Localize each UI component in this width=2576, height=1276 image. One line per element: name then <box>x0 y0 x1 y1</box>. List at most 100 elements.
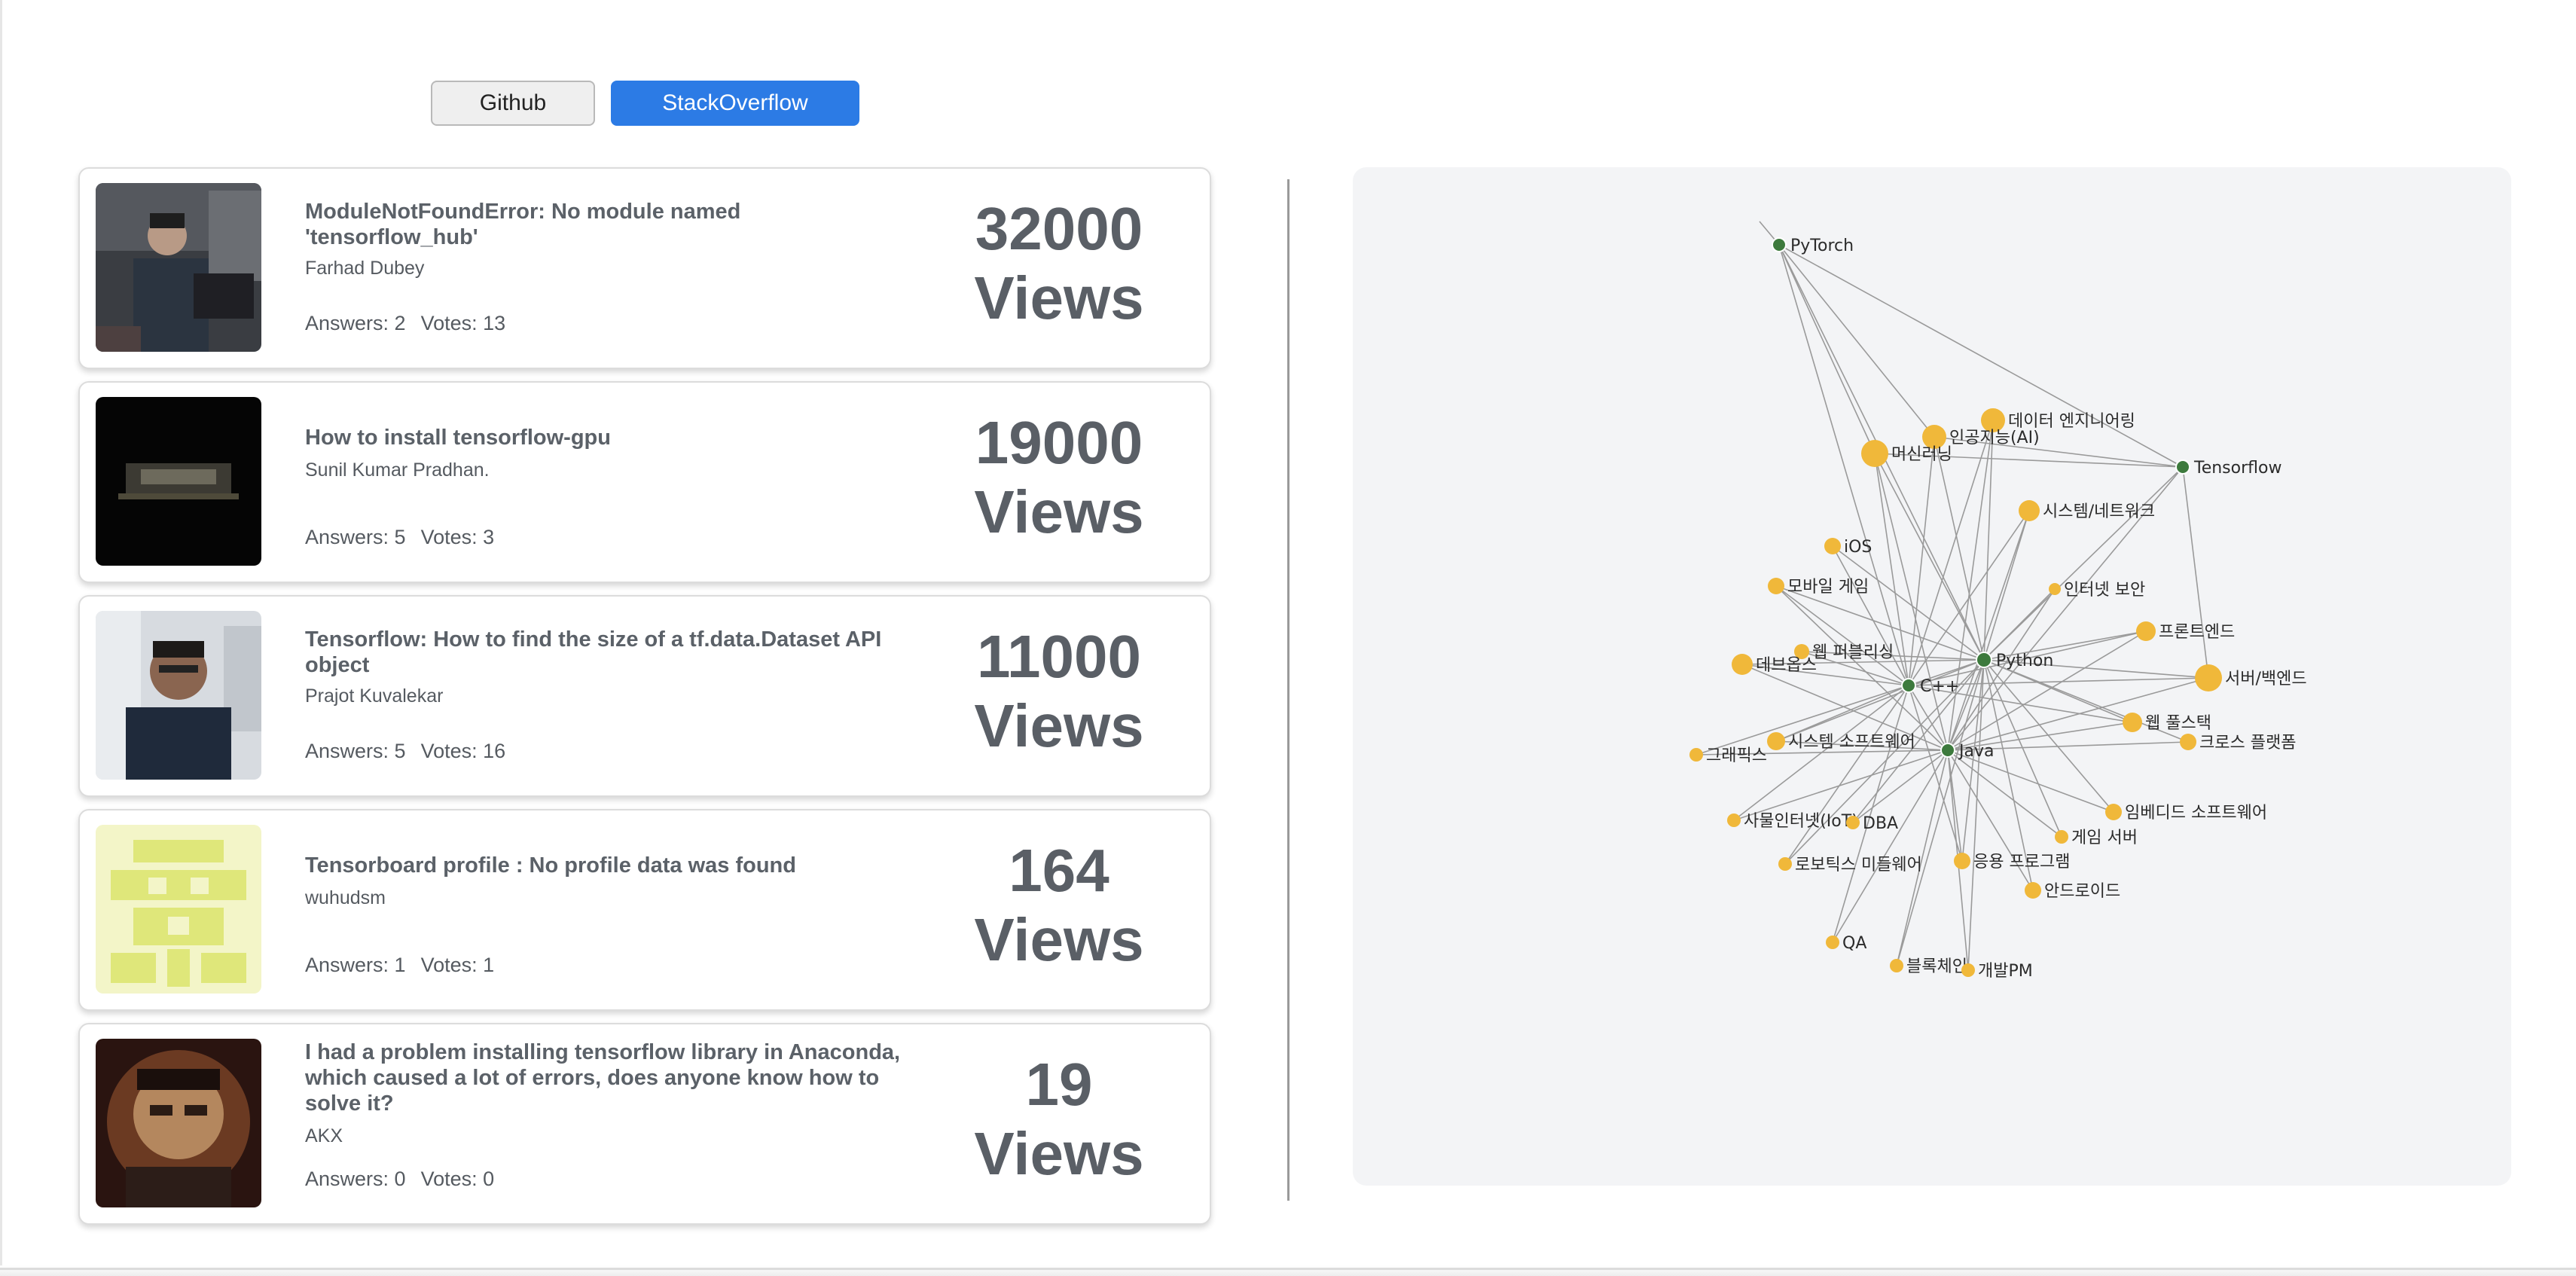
tech-network-graph[interactable]: 데이터 엔지니어링 인공지능(AI) 머신러닝 시스템/네트워크 iOS 모바일 게임 인터… <box>1353 167 2511 1186</box>
question-title[interactable]: ModuleNotFoundError: No module named 'te… <box>305 199 908 250</box>
network-graph-canvas[interactable]: 데이터 엔지니어링인공지능(AI)머신러닝시스템/네트워크iOS모바일 게임 인터… <box>1353 167 2511 1186</box>
field-node[interactable] <box>1824 538 1841 554</box>
tech-node-label: C++ <box>1920 677 1959 696</box>
question-card[interactable]: ModuleNotFoundError: No module named 'te… <box>78 167 1211 369</box>
user-avatar <box>96 183 261 352</box>
question-stats: Answers: 5 Votes: 16 <box>305 740 505 763</box>
stackoverflow-tab-button[interactable]: StackOverflow <box>611 81 859 126</box>
field-node-label: QA <box>1842 934 1866 953</box>
field-node-label: 웹 풀스택 <box>2145 714 2211 733</box>
answers-count: Answers: 1 <box>305 954 406 976</box>
field-node[interactable] <box>2195 664 2222 691</box>
question-stats: Answers: 2 Votes: 13 <box>305 312 505 335</box>
field-node-label: 서버/백엔드 <box>2225 670 2307 688</box>
field-node[interactable] <box>2019 500 2040 521</box>
question-author: Prajot Kuvalekar <box>305 685 444 707</box>
tech-node-label: Java <box>1958 742 1994 761</box>
graph-edge <box>1947 749 1963 862</box>
question-author: Farhad Dubey <box>305 258 425 279</box>
field-node-label: 임베디드 소프트웨어 <box>2125 804 2267 823</box>
field-node-label: 시스템/네트워크 <box>2043 502 2155 521</box>
field-node[interactable] <box>1689 748 1703 762</box>
field-node[interactable] <box>1954 853 1970 869</box>
field-node[interactable] <box>1767 732 1785 750</box>
question-author: AKX <box>305 1125 343 1146</box>
question-title[interactable]: Tensorflow: How to find the size of a tf… <box>305 627 908 678</box>
views-label: Views <box>974 478 1144 545</box>
field-node[interactable] <box>1890 959 1903 972</box>
views-number: 164 <box>1009 837 1109 904</box>
graph-edge <box>1874 453 1949 751</box>
question-stats: Answers: 5 Votes: 3 <box>305 526 494 549</box>
field-node[interactable] <box>2136 621 2156 641</box>
answers-count: Answers: 5 <box>305 526 406 548</box>
field-node-label: 웹 퍼블리싱 <box>1812 643 1894 662</box>
views-count: 164 Views <box>946 836 1172 975</box>
views-label: Views <box>974 1120 1144 1187</box>
question-title[interactable]: I had a problem installing tensorflow li… <box>305 1039 908 1116</box>
graph-edge <box>1778 244 1876 454</box>
field-node-label: DBA <box>1863 814 1898 833</box>
field-node-label: 블록체인 <box>1906 957 1967 976</box>
tech-node[interactable] <box>1940 743 1955 758</box>
field-node[interactable] <box>2025 882 2041 899</box>
views-number: 19000 <box>975 409 1143 476</box>
field-node-label: 머신러닝 <box>1891 445 1952 464</box>
graph-edge <box>1908 436 1935 686</box>
user-avatar <box>96 611 261 780</box>
field-node[interactable] <box>1768 578 1784 594</box>
graph-edge <box>2182 466 2209 679</box>
tech-node[interactable] <box>1901 678 1916 693</box>
field-node-label: 시스템 소프트웨어 <box>1788 733 1915 752</box>
tech-node-label: PyTorch <box>1790 237 1854 255</box>
field-node[interactable] <box>2123 713 2142 732</box>
field-node-label: iOS <box>1844 538 1872 557</box>
github-tab-button[interactable]: Github <box>431 81 595 126</box>
question-author: wuhudsm <box>305 887 386 908</box>
views-count: 11000 Views <box>946 622 1172 761</box>
graph-edge <box>1947 749 2062 838</box>
question-stats: Answers: 0 Votes: 0 <box>305 1168 494 1191</box>
question-card[interactable]: I had a problem installing tensorflow li… <box>78 1023 1211 1225</box>
field-node-label: 사물인터넷(IoT) <box>1744 812 1858 831</box>
field-node[interactable] <box>2055 830 2068 844</box>
views-label: Views <box>974 264 1144 331</box>
field-node[interactable] <box>1732 654 1753 675</box>
field-node[interactable] <box>2105 804 2122 820</box>
tech-node[interactable] <box>1976 652 1992 668</box>
field-node-label: 크로스 플랫폼 <box>2199 734 2296 752</box>
user-avatar <box>96 825 261 994</box>
field-node[interactable] <box>1826 936 1839 949</box>
user-avatar <box>96 1039 261 1207</box>
field-node[interactable] <box>1961 963 1975 977</box>
tech-node-label: Python <box>1996 652 2053 670</box>
question-card[interactable]: How to install tensorflow-gpu Sunil Kuma… <box>78 381 1211 583</box>
field-node[interactable] <box>2049 583 2061 595</box>
field-node-label: 그래픽스 <box>1706 746 1767 765</box>
user-avatar <box>96 397 261 566</box>
window-left-border <box>0 0 2 1276</box>
tech-node-label: Tensorflow <box>2193 459 2281 478</box>
question-stats: Answers: 1 Votes: 1 <box>305 954 494 977</box>
tech-node[interactable] <box>1772 237 1787 252</box>
question-title[interactable]: How to install tensorflow-gpu <box>305 425 908 450</box>
field-node[interactable] <box>2180 734 2196 750</box>
field-node-label: 개발PM <box>1978 962 2033 981</box>
views-label: Views <box>974 906 1144 973</box>
graph-edge <box>1778 244 1909 686</box>
graph-edge <box>1778 244 1935 438</box>
field-node[interactable] <box>1861 440 1888 467</box>
votes-count: Votes: 3 <box>420 526 495 548</box>
question-title[interactable]: Tensorboard profile : No profile data wa… <box>305 853 908 878</box>
votes-count: Votes: 13 <box>420 312 506 334</box>
vertical-divider <box>1287 179 1290 1201</box>
tech-node[interactable] <box>2175 459 2190 475</box>
field-node-label: 인터넷 보안 <box>2064 581 2145 600</box>
question-card[interactable]: Tensorboard profile : No profile data wa… <box>78 809 1211 1011</box>
field-node[interactable] <box>1778 857 1792 871</box>
field-node[interactable] <box>1727 814 1741 827</box>
window-bottom-border <box>0 1268 2576 1270</box>
question-author: Sunil Kumar Pradhan. <box>305 459 490 481</box>
question-card[interactable]: Tensorflow: How to find the size of a tf… <box>78 595 1211 797</box>
field-node[interactable] <box>1846 816 1860 829</box>
